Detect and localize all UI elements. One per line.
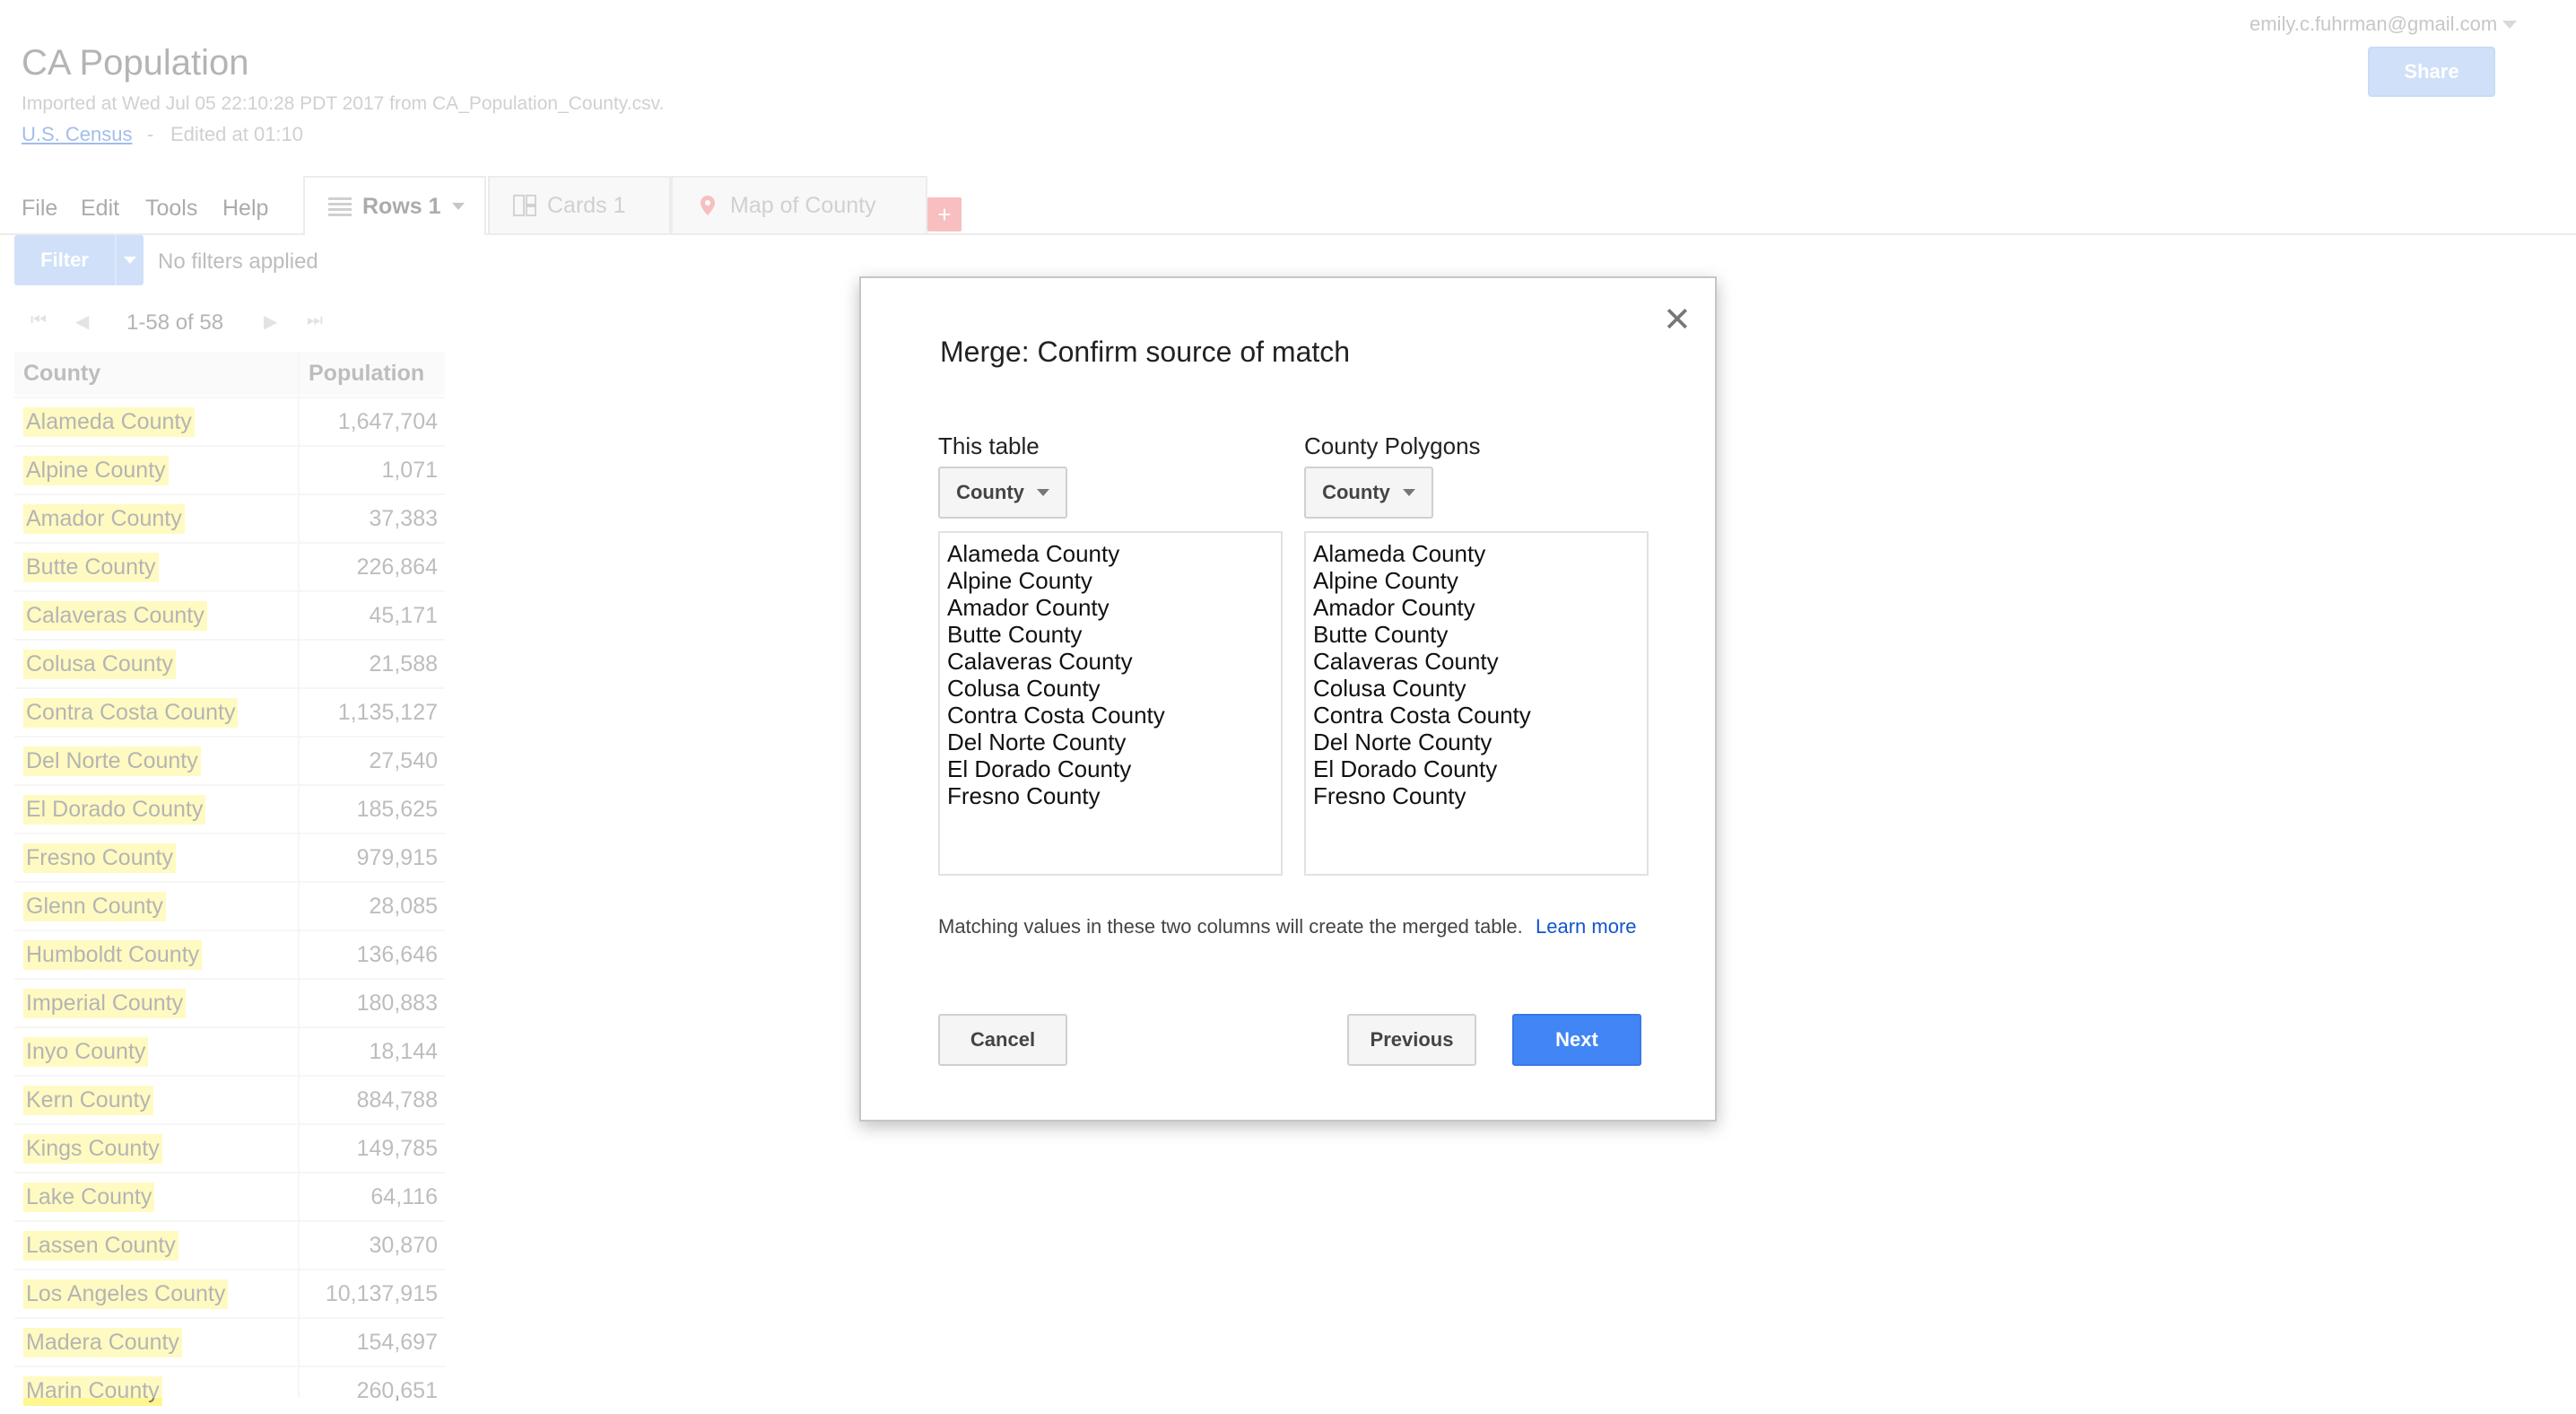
list-item: Colusa County (1313, 675, 1466, 702)
county-polygons-label: County Polygons (1304, 432, 1481, 459)
list-item: El Dorado County (947, 755, 1132, 782)
previous-button[interactable]: Previous (1347, 1014, 1476, 1066)
county-polygons-column-dropdown[interactable]: County (1304, 467, 1433, 519)
county-polygons-column-value: County (1322, 481, 1390, 503)
list-item: Fresno County (947, 782, 1101, 809)
list-item: Butte County (1313, 621, 1449, 648)
list-item: Del Norte County (947, 729, 1127, 755)
list-item: Alameda County (947, 540, 1120, 567)
list-item: Butte County (947, 621, 1083, 648)
cancel-button[interactable]: Cancel (938, 1014, 1067, 1066)
learn-more-link[interactable]: Learn more (1536, 915, 1637, 938)
list-item: Contra Costa County (947, 702, 1165, 729)
this-table-column-dropdown[interactable]: County (938, 467, 1067, 519)
this-table-label: This table (938, 432, 1040, 459)
county-polygons-values-list[interactable]: Alameda County Alpine County Amador Coun… (1304, 531, 1649, 876)
list-item: Calaveras County (947, 648, 1133, 675)
list-item: Fresno County (1313, 782, 1466, 809)
list-item: Amador County (1313, 594, 1475, 621)
list-item: Colusa County (947, 675, 1101, 702)
list-item: Amador County (947, 594, 1110, 621)
dialog-title: Merge: Confirm source of match (940, 336, 1351, 368)
list-item: Alpine County (1313, 567, 1458, 594)
merge-dialog: Merge: Confirm source of match ✕ This ta… (859, 276, 1717, 1122)
list-item: El Dorado County (1313, 755, 1498, 782)
close-icon[interactable]: ✕ (1663, 303, 1692, 337)
list-item: Alpine County (947, 567, 1092, 594)
chevron-down-icon (1036, 489, 1049, 496)
list-item: Contra Costa County (1313, 702, 1531, 729)
merge-hint: Matching values in these two columns wil… (938, 915, 1523, 938)
list-item: Alameda County (1313, 540, 1486, 567)
this-table-column-value: County (956, 481, 1024, 503)
list-item: Calaveras County (1313, 648, 1499, 675)
list-item: Del Norte County (1313, 729, 1493, 755)
chevron-down-icon (1402, 489, 1415, 496)
this-table-values-list[interactable]: Alameda County Alpine County Amador Coun… (938, 531, 1283, 876)
next-button[interactable]: Next (1512, 1014, 1641, 1066)
